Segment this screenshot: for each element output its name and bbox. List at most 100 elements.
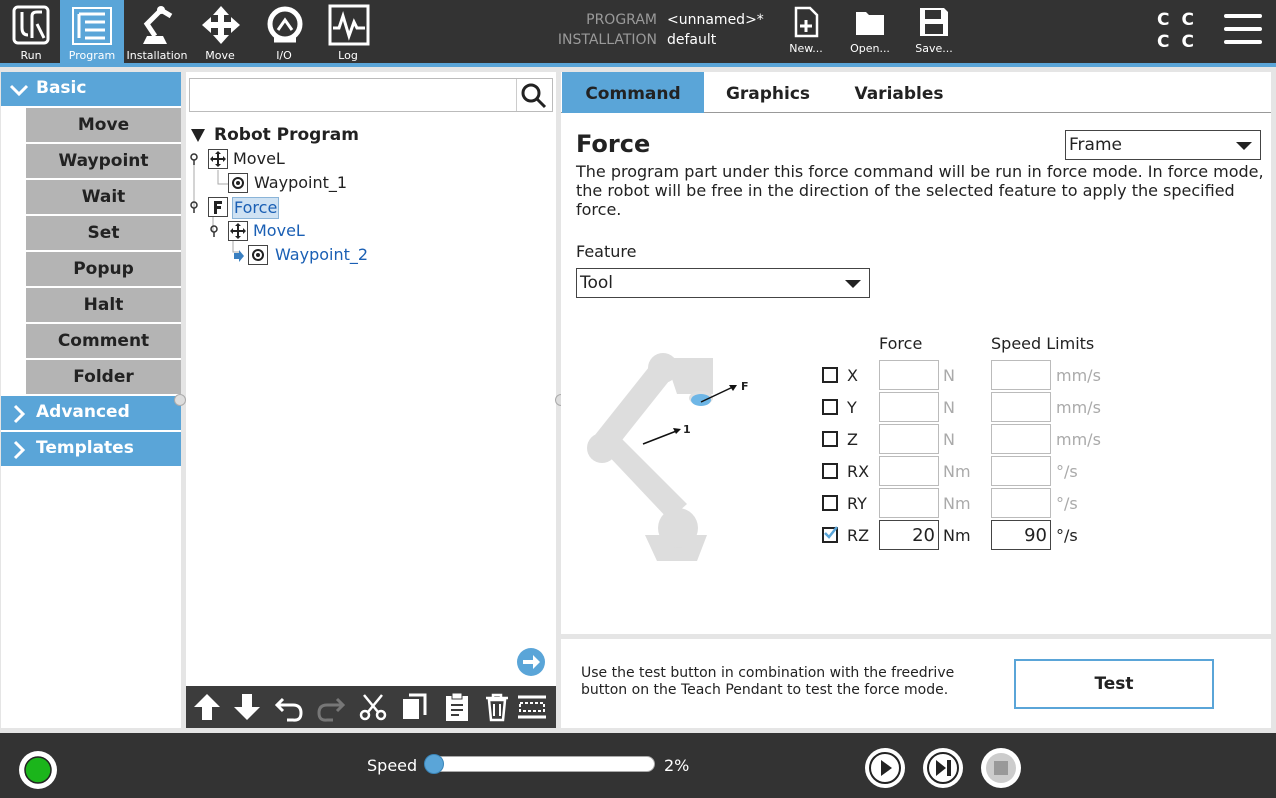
axis-z-checkbox[interactable] — [822, 431, 838, 447]
hamburger-menu-icon[interactable] — [1224, 14, 1262, 46]
axis-x-force-input[interactable] — [879, 360, 939, 390]
axis-y-speed-input[interactable] — [991, 392, 1051, 422]
axis-z-speed-unit: mm/s — [1056, 430, 1101, 449]
topbar-accent-line — [0, 63, 1276, 67]
tab-graphics[interactable]: Graphics — [711, 72, 825, 113]
folder-icon — [856, 12, 884, 35]
axis-rz-checkbox-checked[interactable] — [822, 526, 838, 543]
open-button[interactable]: Open... — [842, 0, 898, 63]
undo-icon[interactable] — [273, 691, 305, 723]
nav-run-button[interactable]: Run — [0, 0, 62, 63]
tree-node-movel-2[interactable]: MoveL — [253, 221, 305, 241]
node-pin-icon — [190, 153, 198, 165]
tree-node-force-selected[interactable]: Force — [232, 197, 280, 219]
nav-move-button[interactable]: Move — [189, 0, 251, 63]
redo-icon[interactable] — [315, 691, 347, 723]
waypoint-node-icon — [228, 173, 248, 193]
copy-icon[interactable] — [399, 691, 431, 723]
speed-slider[interactable] — [425, 756, 655, 772]
move-arrows-icon — [202, 6, 240, 44]
axis-x-force-unit: N — [943, 366, 955, 385]
axis-ry-speed-input[interactable] — [991, 488, 1051, 518]
node-folder-button[interactable]: Folder — [26, 360, 181, 394]
top-bar: Run Program Installation Move I/O Log PR… — [0, 0, 1276, 63]
axis-rz-speed-input[interactable]: 90 — [991, 520, 1051, 550]
axis-rx-force-unit: Nm — [943, 462, 971, 481]
move-down-icon[interactable] — [231, 691, 263, 723]
test-button[interactable]: Test — [1014, 659, 1214, 709]
move-up-icon[interactable] — [191, 691, 223, 723]
axis-z-force-input[interactable] — [879, 424, 939, 454]
axis-rz-force-input[interactable]: 20 — [879, 520, 939, 550]
robot-arm-icon — [143, 6, 173, 44]
templates-section-header[interactable]: Templates — [1, 432, 181, 466]
advanced-section-header[interactable]: Advanced — [1, 396, 181, 430]
axis-ry-label: RY — [847, 494, 867, 513]
node-popup-button[interactable]: Popup — [26, 252, 181, 286]
tree-node-waypoint-1[interactable]: Waypoint_1 — [254, 173, 347, 193]
diagram-axis-label: 1 — [683, 423, 691, 436]
force-node-icon — [208, 197, 228, 217]
tab-variables[interactable]: Variables — [839, 72, 959, 113]
feature-select[interactable]: Tool — [576, 268, 870, 298]
axis-x-checkbox[interactable] — [822, 367, 838, 383]
axis-ry-checkbox[interactable] — [822, 495, 838, 511]
speed-limits-column-header: Speed Limits — [991, 334, 1095, 353]
collapse-left-handle-icon[interactable] — [174, 394, 186, 406]
node-wait-button[interactable]: Wait — [26, 180, 181, 214]
node-pin-icon — [210, 225, 218, 237]
nav-log-button[interactable]: Log — [317, 0, 379, 63]
program-key: PROGRAM — [586, 12, 657, 28]
nav-io-label: I/O — [276, 49, 292, 62]
open-label: Open... — [850, 42, 890, 55]
stop-button[interactable] — [981, 748, 1021, 788]
nav-io-button[interactable]: I/O — [253, 0, 315, 63]
axis-x-speed-input[interactable] — [991, 360, 1051, 390]
node-waypoint-button[interactable]: Waypoint — [26, 144, 181, 178]
paste-icon[interactable] — [441, 691, 473, 723]
nav-program-button[interactable]: Program — [60, 0, 124, 63]
frame-mode-select[interactable]: Frame — [1065, 130, 1261, 160]
axis-rx-speed-input[interactable] — [991, 456, 1051, 486]
log-icon — [328, 4, 370, 46]
basic-section-header[interactable]: Basic — [1, 72, 181, 106]
save-disk-icon — [920, 8, 948, 36]
templates-section-label: Templates — [36, 438, 134, 458]
axis-y-force-input[interactable] — [879, 392, 939, 422]
node-move-button[interactable]: Move — [26, 108, 181, 142]
program-node-palette: Basic Move Waypoint Wait Set Popup Halt … — [1, 72, 181, 728]
new-file-icon — [794, 6, 819, 38]
robot-status-icon[interactable] — [17, 749, 59, 791]
node-comment-button[interactable]: Comment — [26, 324, 181, 358]
tree-node-waypoint-2[interactable]: Waypoint_2 — [275, 245, 368, 265]
axis-ry-force-input[interactable] — [879, 488, 939, 518]
axis-ry-force-unit: Nm — [943, 494, 971, 513]
delete-icon[interactable] — [481, 691, 513, 723]
tab-command[interactable]: Command — [562, 72, 704, 113]
axis-y-checkbox[interactable] — [822, 399, 838, 415]
play-button[interactable] — [865, 748, 905, 788]
force-description: The program part under this force comman… — [576, 162, 1264, 219]
next-arrow-icon[interactable] — [516, 647, 546, 677]
basic-section-label: Basic — [36, 78, 87, 98]
chevron-right-icon — [13, 404, 26, 424]
tree-node-movel-1[interactable]: MoveL — [233, 149, 285, 169]
suppress-icon[interactable] — [516, 691, 548, 723]
program-tree-panel: Robot Program MoveL Waypoint_1 Force Mov… — [186, 72, 556, 728]
tab-bar: Command Graphics Variables — [561, 72, 1271, 113]
axis-rx-force-input[interactable] — [879, 456, 939, 486]
cut-icon[interactable] — [357, 691, 389, 723]
save-button[interactable]: Save... — [906, 0, 962, 63]
new-button[interactable]: New... — [778, 0, 834, 63]
step-button[interactable] — [923, 748, 963, 788]
node-set-button[interactable]: Set — [26, 216, 181, 250]
feature-label: Feature — [576, 242, 637, 261]
program-name: <unnamed>* — [667, 12, 764, 28]
axis-z-speed-input[interactable] — [991, 424, 1051, 454]
node-halt-button[interactable]: Halt — [26, 288, 181, 322]
tree-node-robot-program[interactable]: Robot Program — [214, 125, 359, 145]
collapse-triangle-icon[interactable] — [188, 125, 208, 145]
axis-rx-checkbox[interactable] — [822, 463, 838, 479]
nav-installation-button[interactable]: Installation — [126, 0, 188, 63]
axis-y-speed-unit: mm/s — [1056, 398, 1101, 417]
